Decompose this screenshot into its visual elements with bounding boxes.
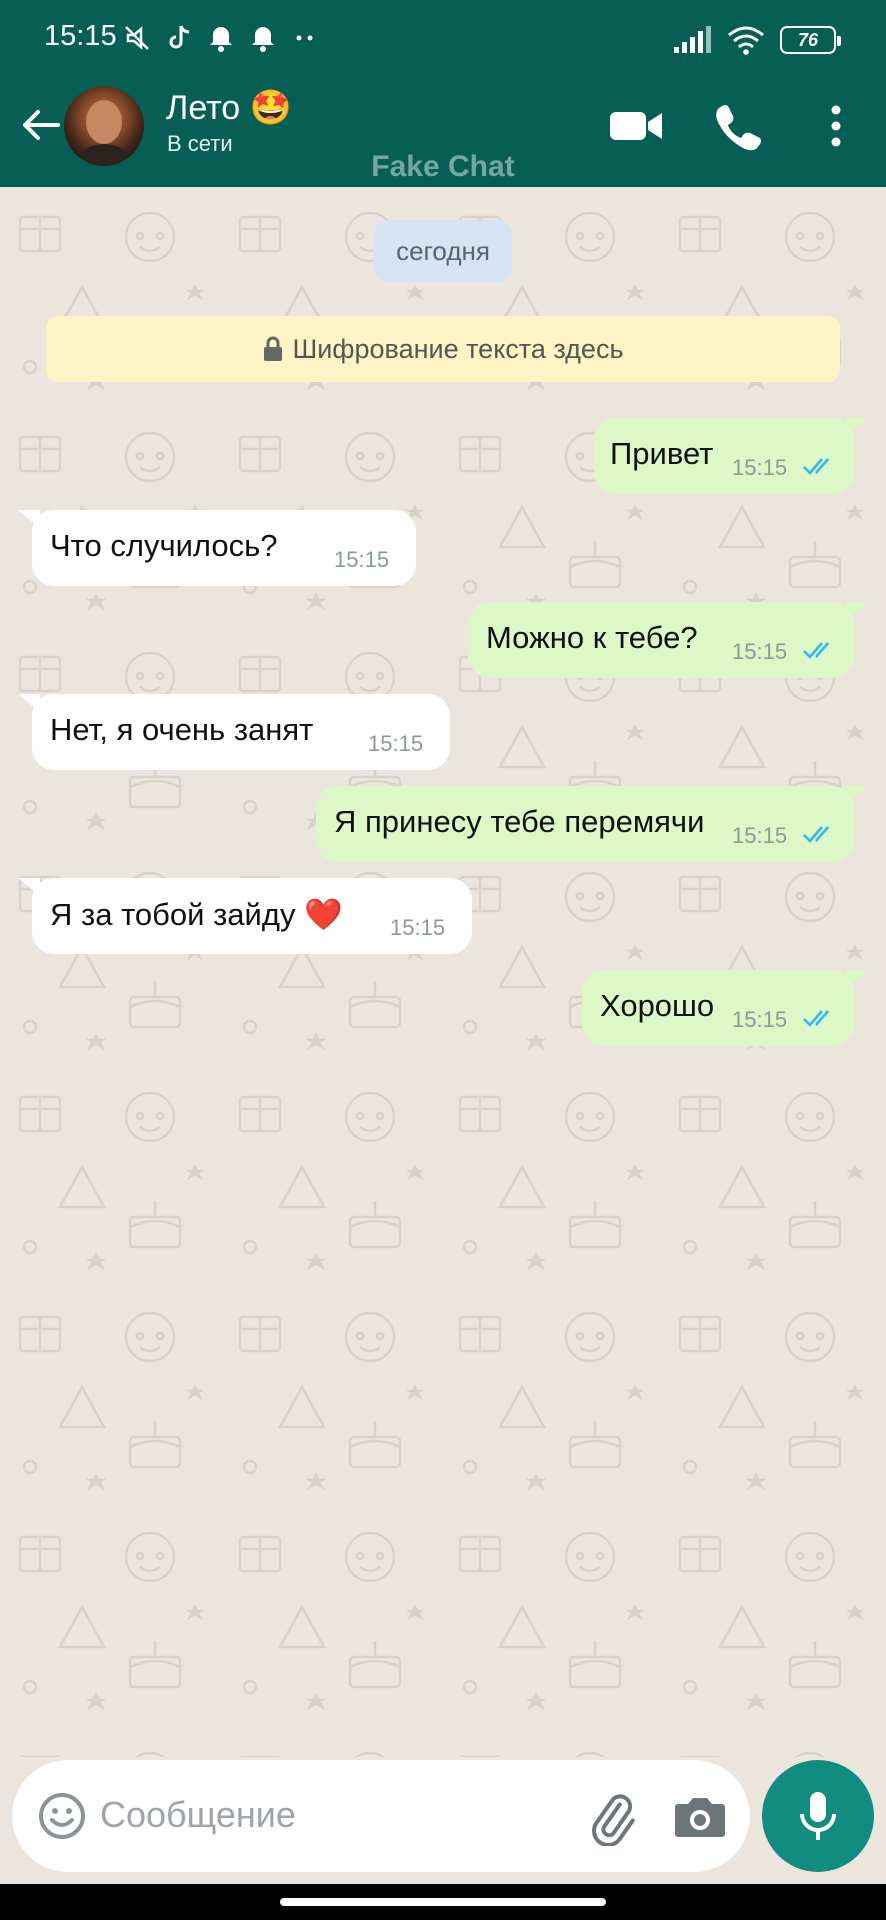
message-text: Можно к тебе? (486, 620, 698, 655)
attach-icon[interactable] (584, 1790, 640, 1846)
battery-icon: 76 (780, 26, 841, 54)
message-incoming[interactable]: Нет, я очень занят 15:15 (18, 694, 450, 770)
double-check-icon (803, 458, 829, 475)
message-composer: Сообщение (12, 1760, 750, 1872)
double-check-icon (803, 826, 829, 843)
message-time: 15:15 (732, 1007, 788, 1032)
message-text: Я за тобой зайду ❤️ (50, 897, 343, 932)
message-incoming[interactable]: Что случилось? 15:15 (18, 510, 416, 586)
home-indicator[interactable] (280, 1898, 606, 1906)
video-call-icon[interactable] (608, 100, 664, 152)
message-incoming[interactable]: Я за тобой зайду ❤️ 15:15 (18, 878, 472, 954)
signal-icon (674, 26, 711, 53)
chat-screen: 15:15 76 Лето 🤩 В сети Fake Chat сегодня… (0, 0, 886, 1920)
message-text: Хорошо (600, 988, 715, 1023)
message-time: 15:15 (368, 731, 424, 756)
battery-level: 76 (797, 29, 819, 50)
contact-name[interactable]: Лето 🤩 (166, 88, 292, 128)
message-text: Я принесу тебе перемячи (334, 804, 705, 839)
system-icons: 76 (672, 22, 841, 58)
mic-button[interactable] (762, 1760, 874, 1872)
tiktok-icon (169, 25, 190, 49)
camera-icon[interactable] (672, 1790, 728, 1842)
overflow-menu-icon[interactable] (808, 100, 864, 152)
double-check-icon (803, 642, 829, 659)
mute-icon (125, 26, 149, 50)
status-time: 15:15 (44, 20, 117, 52)
message-time: 15:15 (732, 823, 788, 848)
back-arrow-icon[interactable] (16, 100, 66, 150)
message-time: 15:15 (732, 639, 788, 664)
status-bar: 15:15 76 (0, 0, 886, 80)
message-text: Нет, я очень занят (50, 712, 314, 747)
app-bar: Лето 🤩 В сети Fake Chat (0, 80, 886, 187)
message-text: Что случилось? (50, 528, 278, 563)
encryption-text: Шифрование текста здесь (292, 333, 624, 364)
encryption-banner[interactable]: Шифрование текста здесь (46, 316, 840, 382)
message-text: Привет (610, 436, 714, 471)
date-chip: сегодня (374, 220, 512, 282)
more-dots-icon (296, 35, 313, 41)
emoji-icon[interactable] (36, 1790, 88, 1842)
message-outgoing[interactable]: Хорошо 15:15 (582, 970, 868, 1046)
wifi-icon (728, 26, 764, 55)
message-outgoing[interactable]: Можно к тебе? 15:15 (468, 602, 868, 678)
watermark-text: Fake Chat (371, 150, 515, 183)
double-check-icon (803, 1010, 829, 1027)
message-time: 15:15 (390, 915, 446, 940)
phone-icon[interactable] (708, 100, 764, 152)
message-time: 15:15 (732, 455, 788, 480)
message-input[interactable]: Сообщение (100, 1794, 296, 1836)
message-time: 15:15 (334, 547, 390, 572)
lock-icon (264, 336, 283, 361)
message-outgoing[interactable]: Я принесу тебе перемячи 15:15 (316, 786, 868, 862)
mic-icon (800, 1792, 836, 1840)
bell-icon (210, 27, 232, 52)
bell-icon (252, 27, 274, 52)
notification-icons (122, 18, 320, 58)
top-bar: 15:15 76 Лето 🤩 В сети Fake Chat (0, 0, 886, 187)
message-outgoing[interactable]: Привет 15:15 (594, 418, 868, 494)
